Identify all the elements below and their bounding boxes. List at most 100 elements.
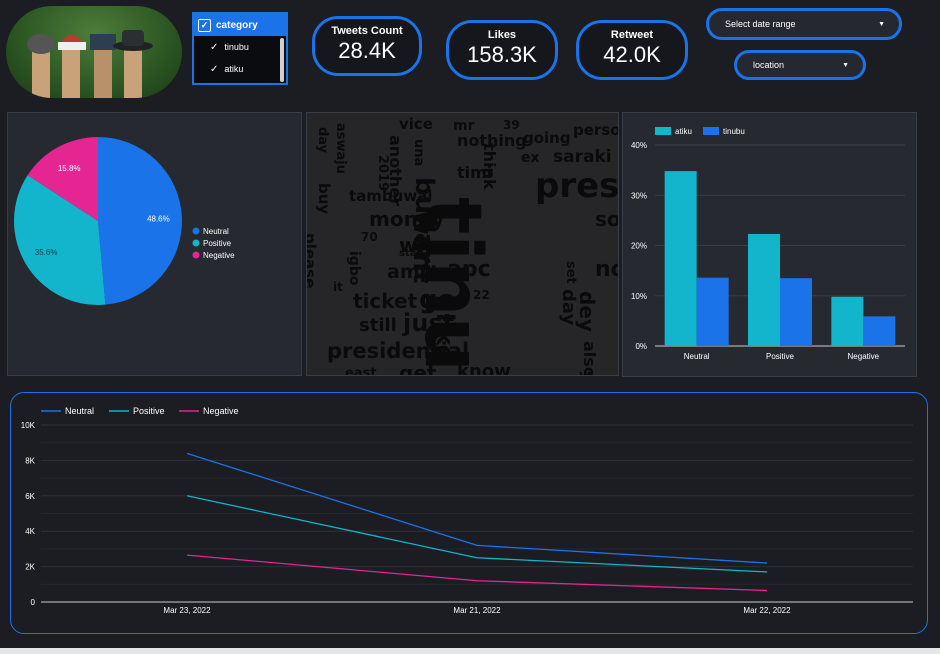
word-cloud-word: star xyxy=(399,248,422,259)
kpi-value: 158.3K xyxy=(467,42,537,67)
bar-tinubu-negative xyxy=(863,316,896,346)
word-cloud-word: day xyxy=(315,127,330,154)
legend-label: atiku xyxy=(675,127,692,136)
candidate-bar-chart: 0% 10% 20% 30% 40% Neutral Positive Negative ati… xyxy=(631,127,905,361)
y-tick-label: 40% xyxy=(631,141,647,150)
category-filter-label: category xyxy=(216,19,258,31)
legend-marker xyxy=(192,239,200,247)
word-cloud-word: person xyxy=(573,121,618,139)
kpi-tweets-count: Tweets Count 28.4K xyxy=(312,16,422,76)
word-cloud-word: please xyxy=(306,233,319,289)
legend-marker xyxy=(655,127,671,135)
word-cloud: vicemr39personnothinggoinganotherexsarak… xyxy=(306,113,619,376)
word-cloud-word: east xyxy=(345,366,377,376)
category-filter[interactable]: ✓ category ✓ tinubu ✓ atiku xyxy=(192,12,288,85)
word-cloud-word: know xyxy=(457,361,511,376)
word-cloud-word: set xyxy=(563,261,578,284)
word-cloud-panel: vicemr39personnothinggoinganotherexsarak… xyxy=(306,112,619,376)
caret-down-icon: ▼ xyxy=(842,61,849,69)
legend-label: Neutral xyxy=(65,406,94,416)
bar-atiku-negative xyxy=(831,296,864,346)
y-tick-label: 20% xyxy=(631,242,647,251)
word-cloud-word: years xyxy=(306,313,309,360)
word-cloud-word: buy xyxy=(315,183,333,215)
category-scrollbar[interactable] xyxy=(280,38,284,82)
bar-tinubu-neutral xyxy=(696,277,729,346)
y-tick-label: 6K xyxy=(25,492,35,501)
x-tick-label: Neutral xyxy=(684,352,710,361)
legend-label: Negative xyxy=(203,251,235,260)
bar-atiku-positive xyxy=(748,233,780,346)
legend-label: Positive xyxy=(133,406,165,416)
word-cloud-word: 39 xyxy=(503,118,520,132)
word-cloud-word: ex xyxy=(521,150,540,166)
kpi-label: Retweet xyxy=(610,29,654,41)
word-cloud-word: vs xyxy=(579,368,594,376)
legend-marker xyxy=(703,127,719,135)
legend-label: Positive xyxy=(203,239,232,248)
y-tick-label: 10K xyxy=(21,421,36,430)
category-filter-header[interactable]: ✓ category xyxy=(194,14,286,36)
word-cloud-word: una xyxy=(411,139,426,167)
line-series-neutral xyxy=(186,452,768,564)
word-cloud-word: get xyxy=(399,361,437,376)
category-option-tinubu[interactable]: ✓ tinubu xyxy=(194,36,286,58)
select-all-checkbox[interactable]: ✓ xyxy=(198,18,211,32)
x-tick-label: Mar 22, 2022 xyxy=(743,606,791,615)
y-tick-label: 2K xyxy=(25,563,35,572)
word-cloud-word: 22 xyxy=(473,288,490,302)
line-series-negative xyxy=(186,554,768,592)
logo-illustration xyxy=(27,30,153,98)
legend-label: Negative xyxy=(203,406,239,416)
kpi-value: 28.4K xyxy=(338,38,396,63)
y-tick-label: 30% xyxy=(631,191,647,200)
sentiment-line-chart: 0 2K 4K 6K 8K 10K Mar 23, 2022 Mar 21, 2022 Mar … xyxy=(21,406,913,615)
logo-image xyxy=(6,6,182,98)
y-tick-label: 0% xyxy=(635,342,647,351)
check-icon: ✓ xyxy=(210,63,219,75)
legend-marker xyxy=(192,251,200,259)
word-cloud-word: still xyxy=(359,315,397,336)
x-tick-label: Mar 21, 2022 xyxy=(453,606,501,615)
word-cloud-word: 2019 xyxy=(375,155,390,192)
kpi-likes: Likes 158.3K xyxy=(446,20,558,80)
word-cloud-word: going xyxy=(523,129,571,147)
category-option-atiku[interactable]: ✓ atiku xyxy=(194,58,286,80)
word-cloud-word: dey xyxy=(575,291,599,332)
sentiment-pie-panel: 48.6% 35.6% 15.8% Neutral Positive Negative xyxy=(7,112,302,376)
bar-tinubu-positive xyxy=(780,278,812,346)
x-tick-label: Positive xyxy=(766,352,795,361)
caret-down-icon: ▼ xyxy=(878,20,885,28)
location-filter-label: location xyxy=(753,60,785,70)
x-tick-label: Mar 23, 2022 xyxy=(163,606,211,615)
word-cloud-word: igbo xyxy=(346,251,362,286)
y-tick-label: 0 xyxy=(31,598,36,607)
legend-label: Neutral xyxy=(203,227,229,236)
word-cloud-word: supporting xyxy=(306,153,308,234)
date-range-placeholder: Select date range xyxy=(725,19,796,29)
y-tick-label: 8K xyxy=(25,456,35,465)
word-cloud-word: ticket xyxy=(353,289,418,313)
word-cloud-word: no xyxy=(595,257,618,282)
kpi-label: Tweets Count xyxy=(331,25,403,37)
kpi-value: 42.0K xyxy=(603,42,661,67)
pie-value-label: 15.8% xyxy=(58,164,81,173)
legend-marker xyxy=(192,227,200,235)
pie-value-label: 35.6% xyxy=(35,248,58,257)
bar-atiku-neutral xyxy=(664,171,697,346)
sentiment-trend-panel: 0 2K 4K 6K 8K 10K Mar 23, 2022 Mar 21, 2022 Mar … xyxy=(10,392,928,634)
word-cloud-word: timi xyxy=(457,163,493,182)
word-cloud-word: so xyxy=(595,207,619,231)
kpi-retweet: Retweet 42.0K xyxy=(576,20,688,80)
word-cloud-word: it xyxy=(333,280,343,294)
category-option-label: tinubu xyxy=(224,42,249,52)
date-range-picker[interactable]: Select date range ▼ xyxy=(706,8,902,40)
check-icon: ✓ xyxy=(210,41,219,53)
word-cloud-word: presidential xyxy=(327,339,470,363)
x-tick-label: Negative xyxy=(848,352,880,361)
word-cloud-word: saraki xyxy=(553,147,612,167)
word-cloud-word: presid xyxy=(535,166,619,206)
location-filter[interactable]: location ▼ xyxy=(734,50,866,80)
page-footer-strip xyxy=(0,648,940,654)
y-tick-label: 10% xyxy=(631,292,647,301)
